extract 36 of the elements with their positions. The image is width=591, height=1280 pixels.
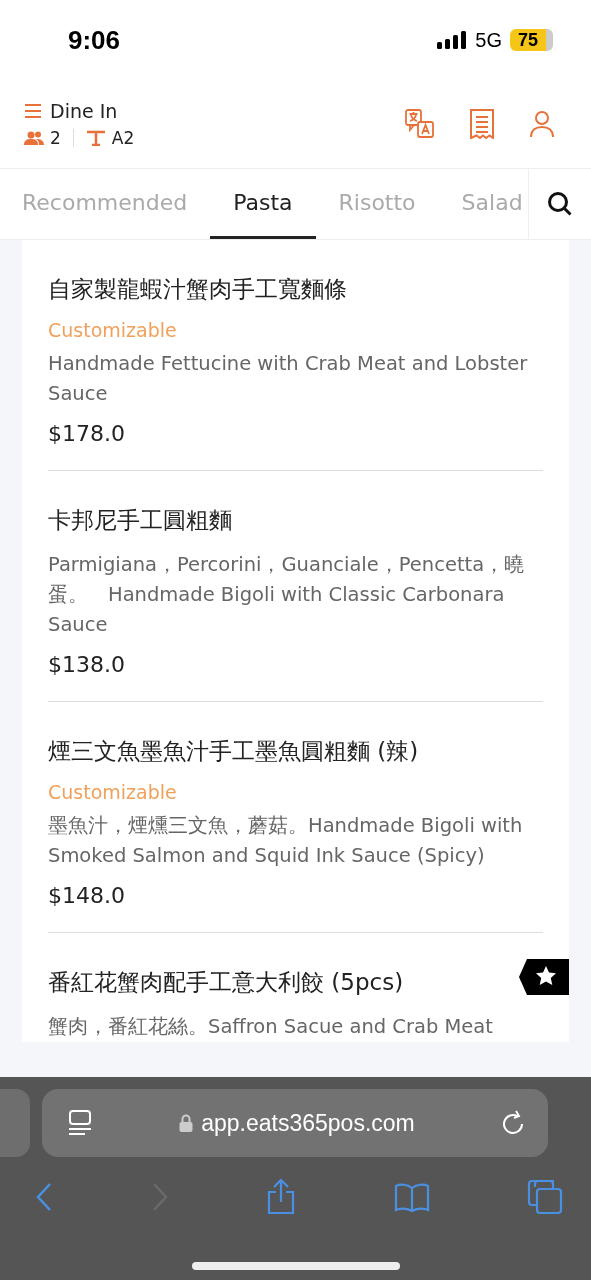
dish-description: Parmigiana，Percorini，Guanciale，Pencetta，曉蛋。 Handmade Bigoli with Classic Carbonara Sauce bbox=[48, 552, 526, 638]
signal-icon bbox=[437, 31, 468, 49]
lock-icon bbox=[179, 1114, 194, 1132]
table-number: A2 bbox=[111, 128, 135, 148]
dish-name[interactable]: 番紅花蟹肉配手工意大利餃 (5pcs) bbox=[48, 967, 404, 998]
address-bar[interactable]: app.eats365pos.com bbox=[42, 1089, 548, 1157]
share-icon[interactable] bbox=[266, 1179, 296, 1215]
bookmarks-icon[interactable] bbox=[393, 1182, 430, 1212]
dish-name[interactable]: 煙三文魚墨魚汁手工墨魚圓粗麵 (辣) bbox=[48, 736, 419, 767]
receipt-icon[interactable] bbox=[469, 109, 495, 139]
dish-price: $148.0 bbox=[48, 883, 126, 908]
page-menu-icon[interactable] bbox=[68, 1110, 92, 1136]
table-icon bbox=[85, 130, 106, 146]
dish-description: 蟹肉，番紅花絲。Saffron Sacue and Crab Meat bbox=[48, 1014, 494, 1040]
dish-name[interactable]: 自家製龍蝦汁蟹肉手工寬麵條 bbox=[48, 274, 347, 305]
people-icon bbox=[24, 131, 44, 145]
dish-name[interactable]: 卡邦尼手工圓粗麵 bbox=[48, 505, 232, 536]
tabs-icon[interactable] bbox=[527, 1179, 563, 1215]
battery-indicator: 75 bbox=[509, 29, 553, 51]
search-icon[interactable] bbox=[547, 191, 573, 217]
network-label: 5G bbox=[475, 28, 502, 52]
back-icon[interactable] bbox=[35, 1182, 53, 1212]
dish-price: $178.0 bbox=[48, 421, 126, 446]
user-icon[interactable] bbox=[529, 110, 555, 138]
reload-icon[interactable] bbox=[502, 1110, 526, 1136]
status-time: 9:06 bbox=[68, 24, 121, 56]
dish-description: 墨魚汁，煙燻三文魚，蘑菇。Handmade Bigoli with Smoked Salmon and Squid Ink Sauce (Spicy) bbox=[48, 813, 524, 869]
guest-count: 2 bbox=[50, 128, 61, 148]
dish-price: $138.0 bbox=[48, 652, 126, 677]
customizable-label: Customizable bbox=[48, 781, 178, 803]
order-mode[interactable]: Dine In bbox=[50, 100, 118, 122]
url-text: app.eats365pos.com bbox=[201, 1109, 415, 1137]
customizable-label: Customizable bbox=[48, 319, 178, 341]
dish-description: Handmade Fettucine with Crab Meat and Lobster Sauce bbox=[48, 351, 529, 407]
menu-icon[interactable] bbox=[24, 103, 42, 119]
translate-icon[interactable] bbox=[405, 109, 435, 139]
